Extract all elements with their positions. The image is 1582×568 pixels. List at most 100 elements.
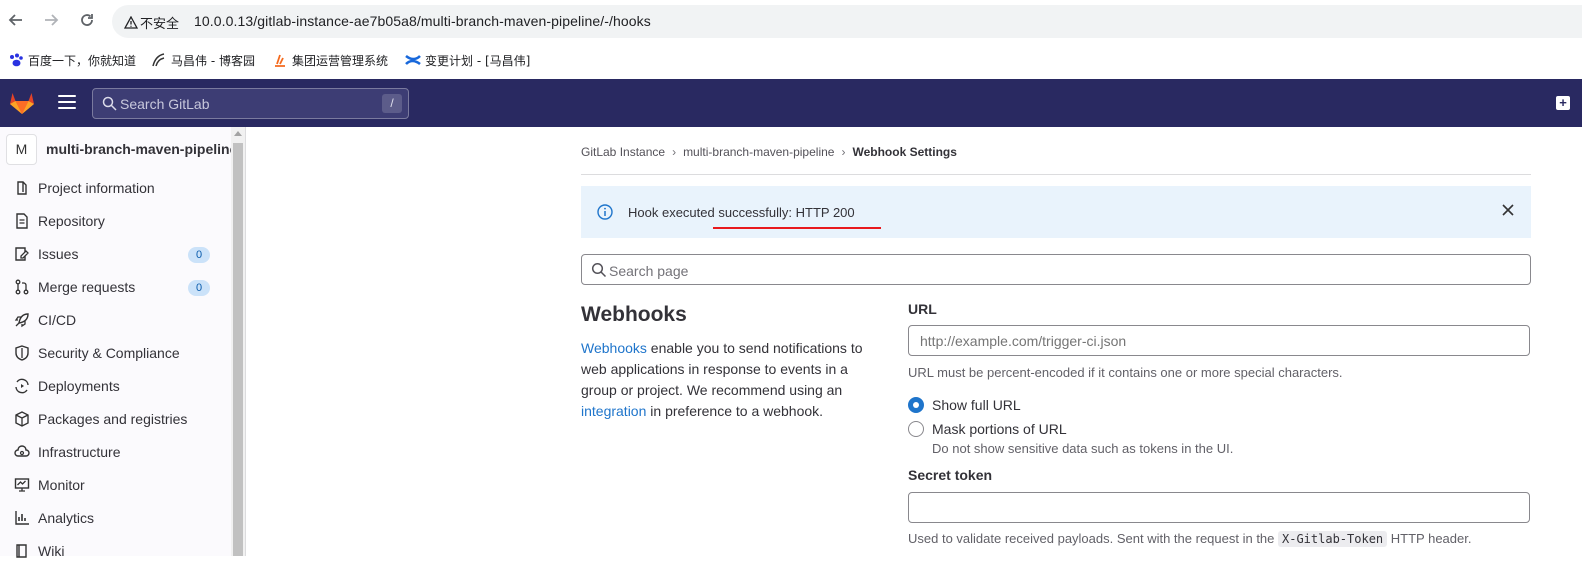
breadcrumb-link-project[interactable]: multi-branch-maven-pipeline <box>683 145 834 159</box>
search-icon <box>591 262 607 278</box>
bookmark-label: 变更计划 - [马昌伟] <box>425 54 531 68</box>
gitlab-top-bar: Search GitLab / + <box>0 79 1582 127</box>
bookmarks-bar: 百度一下，你就知道 马昌伟 - 博客园 集团运营管理系统 变更计划 - [马昌伟… <box>0 44 1582 79</box>
secret-help-post: HTTP header. <box>1387 531 1472 546</box>
sidebar-item-issues[interactable]: Issues 0 <box>0 238 230 271</box>
integration-link[interactable]: integration <box>581 403 646 419</box>
merge-request-icon <box>15 279 29 295</box>
search-icon <box>102 96 117 111</box>
show-full-url-radio[interactable] <box>908 397 924 413</box>
breadcrumb: GitLab Instance › multi-branch-maven-pipel… <box>581 145 957 159</box>
sidebar-item-packages-registries[interactable]: Packages and registries <box>0 403 230 436</box>
project-name: multi-branch-maven-pipeline <box>46 141 238 157</box>
bookmark-label: 集团运营管理系统 <box>292 54 389 68</box>
sidebar-item-label: Monitor <box>38 477 85 493</box>
search-page-input[interactable]: Search page <box>581 254 1531 285</box>
secret-help-pre: Used to validate received payloads. Sent… <box>908 531 1278 546</box>
scroll-up-arrow-icon[interactable] <box>234 131 242 136</box>
page-title: Webhooks <box>581 303 687 326</box>
success-alert: Hook executed successfully: HTTP 200 <box>581 186 1531 238</box>
bookmark-change-plan[interactable]: 变更计划 - [马昌伟] <box>405 52 530 69</box>
repository-icon <box>16 213 28 229</box>
sidebar-item-label: Analytics <box>38 510 95 526</box>
search-gitlab-input[interactable]: Search GitLab / <box>92 88 409 119</box>
bookmark-baidu[interactable]: 百度一下，你就知道 <box>8 52 136 69</box>
sidebar-item-analytics[interactable]: Analytics <box>0 502 230 535</box>
reload-icon[interactable] <box>77 12 97 32</box>
security-label: 不安全 <box>140 16 180 31</box>
warning-icon <box>124 16 138 29</box>
chart-icon <box>15 511 29 525</box>
info-icon <box>597 204 613 220</box>
webhooks-docs-link[interactable]: Webhooks <box>581 340 647 356</box>
cnblogs-icon <box>152 53 165 67</box>
chevron-right-icon: › <box>841 145 846 159</box>
menu-icon[interactable] <box>58 95 76 111</box>
sidebar-item-security-compliance[interactable]: Security & Compliance <box>0 337 230 370</box>
address-bar[interactable]: 不安全 10.0.0.13/gitlab-instance-ae7b05a8/m… <box>112 5 1582 38</box>
create-new-icon[interactable]: + <box>1556 96 1570 110</box>
sidebar-item-merge-requests[interactable]: Merge requests 0 <box>0 271 230 304</box>
sidebar-item-wiki[interactable]: Wiki <box>0 535 230 568</box>
bookmark-label: 马昌伟 - 博客园 <box>171 54 255 68</box>
sidebar-item-project-information[interactable]: Project information <box>0 172 230 205</box>
bookmark-cnblogs[interactable]: 马昌伟 - 博客园 <box>151 52 255 69</box>
chevron-right-icon: › <box>672 145 677 159</box>
deployments-icon <box>15 378 29 394</box>
flame-icon <box>275 54 285 67</box>
security-indicator[interactable]: 不安全 <box>124 13 179 32</box>
confluence-icon <box>405 54 421 66</box>
url-input[interactable] <box>908 325 1530 356</box>
breadcrumb-link-instance[interactable]: GitLab Instance <box>581 145 665 159</box>
issues-count-badge: 0 <box>188 247 210 263</box>
sidebar-item-ci-cd[interactable]: CI/CD <box>0 304 230 337</box>
sidebar-item-infrastructure[interactable]: Infrastructure <box>0 436 230 469</box>
mask-help-text: Do not show sensitive data such as token… <box>932 441 1234 456</box>
sidebar-item-monitor[interactable]: Monitor <box>0 469 230 502</box>
url-text[interactable]: 10.0.0.13/gitlab-instance-ae7b05a8/multi… <box>194 13 651 29</box>
webhooks-description: Webhooks enable you to send notification… <box>581 338 876 422</box>
bookmark-label: 百度一下，你就知道 <box>28 54 137 68</box>
scrollbar-thumb[interactable] <box>233 143 243 556</box>
close-icon[interactable] <box>1501 203 1515 217</box>
secret-token-label: Secret token <box>908 467 993 483</box>
red-annotation-underline <box>713 227 881 229</box>
sidebar-item-deployments[interactable]: Deployments <box>0 370 230 403</box>
sidebar-item-label: Deployments <box>38 378 120 394</box>
url-help-text: URL must be percent-encoded if it contai… <box>908 365 1343 380</box>
bookmark-ops-system[interactable]: 集团运营管理系统 <box>272 52 388 69</box>
mask-url-label[interactable]: Mask portions of URL <box>932 421 1067 437</box>
sidebar-item-label: Infrastructure <box>38 444 121 460</box>
divider <box>581 174 1531 175</box>
merge-requests-count-badge: 0 <box>188 280 210 296</box>
search-page-placeholder: Search page <box>609 263 689 279</box>
breadcrumb-current[interactable]: Webhook Settings <box>852 145 956 159</box>
sidebar-item-repository[interactable]: Repository <box>0 205 230 238</box>
project-sidebar: M multi-branch-maven-pipeline Project in… <box>0 127 246 559</box>
sidebar-item-label: Wiki <box>38 543 65 559</box>
sidebar-scrollbar[interactable] <box>231 127 245 556</box>
forward-icon[interactable] <box>41 12 61 32</box>
sidebar-item-label: Merge requests <box>38 279 136 295</box>
rocket-icon <box>14 313 29 328</box>
sidebar-project-header[interactable]: M multi-branch-maven-pipeline <box>6 134 237 165</box>
sidebar-item-label: Security & Compliance <box>38 345 180 361</box>
search-placeholder: Search GitLab <box>120 96 210 112</box>
sidebar-item-label: Packages and registries <box>38 411 188 427</box>
alert-message: Hook executed successfully: HTTP 200 <box>628 205 855 220</box>
show-full-url-label[interactable]: Show full URL <box>932 397 1021 413</box>
project-info-icon <box>17 181 27 195</box>
mask-url-radio[interactable] <box>908 421 924 437</box>
sidebar-item-label: Repository <box>38 213 105 229</box>
project-avatar: M <box>6 134 37 165</box>
gitlab-logo-icon[interactable] <box>9 90 35 115</box>
package-icon <box>15 411 29 427</box>
sidebar-item-label: Project information <box>38 180 155 196</box>
browser-toolbar: 不安全 10.0.0.13/gitlab-instance-ae7b05a8/m… <box>0 0 1582 44</box>
secret-token-input[interactable] <box>908 492 1530 523</box>
back-icon[interactable] <box>6 12 26 32</box>
desc-text-2: in preference to a webhook. <box>646 403 824 419</box>
shield-icon <box>15 345 29 361</box>
header-name-code: X-Gitlab-Token <box>1278 531 1388 547</box>
monitor-icon <box>14 478 30 492</box>
